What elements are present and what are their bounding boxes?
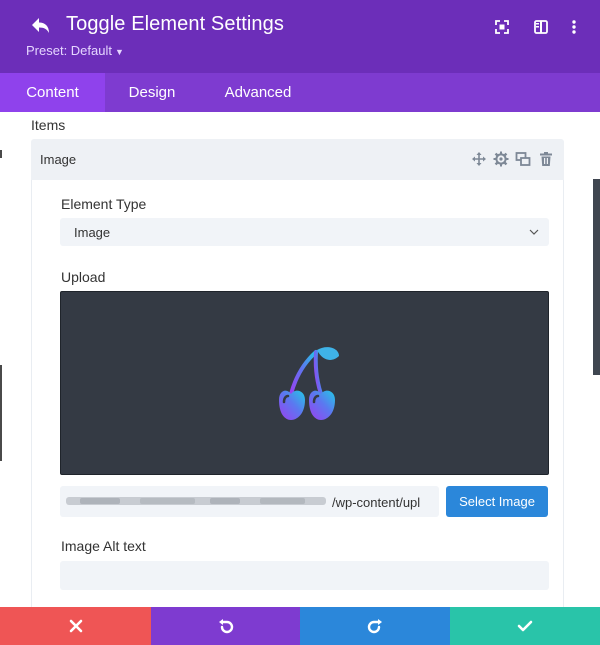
move-button[interactable]: [471, 151, 487, 167]
more-options-button[interactable]: [563, 16, 585, 38]
upload-label: Upload: [61, 269, 106, 285]
move-icon: [472, 152, 486, 166]
element-type-value: Image: [74, 225, 111, 240]
item-name: Image: [40, 152, 77, 167]
tab-advanced[interactable]: Advanced: [211, 73, 305, 112]
chevron-down-icon: [529, 229, 539, 235]
settings-icon: [493, 151, 509, 167]
check-icon: [517, 620, 533, 632]
fullscreen-icon: [495, 20, 509, 34]
fullscreen-button[interactable]: [491, 16, 513, 38]
redo-button[interactable]: [300, 607, 450, 645]
save-button[interactable]: [450, 607, 600, 645]
element-type-select[interactable]: Image: [60, 218, 549, 246]
alt-text-label: Image Alt text: [61, 538, 146, 554]
close-icon: [69, 619, 82, 633]
item-settings-panel: Element Type Image Upload /wp-content/up…: [31, 180, 564, 607]
image-url-input[interactable]: /wp-content/upl: [60, 486, 439, 517]
redo-icon: [367, 619, 382, 634]
undo-icon: [218, 619, 233, 634]
delete-button[interactable]: [538, 151, 554, 167]
discard-button[interactable]: [0, 607, 151, 645]
select-image-button[interactable]: Select Image: [446, 486, 548, 517]
element-type-label: Element Type: [61, 196, 147, 212]
tab-content[interactable]: Content: [0, 73, 105, 112]
delete-icon: [540, 152, 552, 166]
more-vertical-icon: [572, 20, 576, 34]
split-view-button[interactable]: [530, 16, 552, 38]
item-settings-button[interactable]: [493, 151, 509, 167]
alt-text-input[interactable]: [60, 561, 549, 590]
modal-footer: [0, 607, 600, 645]
back-arrow-icon: [32, 18, 49, 33]
item-header[interactable]: Image: [31, 139, 564, 180]
cherry-logo-icon: [279, 347, 339, 420]
blurred-url-prefix: [66, 497, 326, 505]
left-edge-marker: [0, 150, 2, 158]
image-url-text: /wp-content/upl: [332, 495, 421, 510]
duplicate-button[interactable]: [515, 151, 531, 167]
modal-header: Toggle Element Settings Preset: Default ▼: [0, 0, 600, 73]
scrollbar-thumb[interactable]: [593, 179, 600, 375]
settings-modal: Toggle Element Settings Preset: Default ▼: [0, 0, 600, 645]
back-button[interactable]: [26, 14, 54, 40]
undo-button[interactable]: [151, 607, 300, 645]
items-label: Items: [31, 117, 66, 133]
duplicate-icon: [515, 152, 531, 166]
image-upload-preview[interactable]: [60, 291, 549, 475]
split-view-icon: [534, 20, 548, 34]
preset-dropdown[interactable]: Preset: Default ▼: [26, 43, 124, 58]
tab-bar: Content Design Advanced: [0, 73, 600, 112]
content-panel[interactable]: Items Image Element Type Image Upload /w…: [0, 112, 600, 607]
tab-design[interactable]: Design: [111, 73, 193, 112]
preset-label: Preset: Default: [26, 43, 112, 58]
modal-title: Toggle Element Settings: [66, 13, 284, 35]
left-edge-bar: [0, 365, 2, 461]
caret-down-icon: ▼: [115, 47, 124, 57]
